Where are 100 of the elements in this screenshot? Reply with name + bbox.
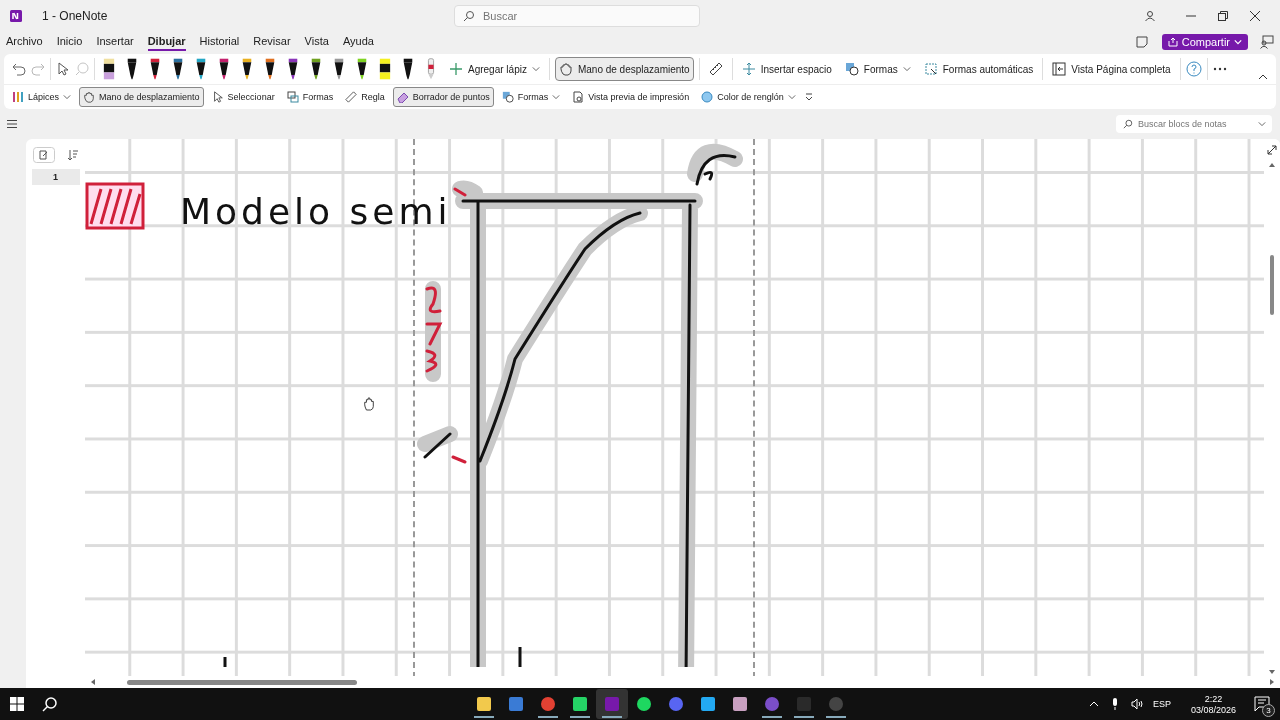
app-icon bbox=[764, 696, 780, 712]
toolbar-button[interactable]: Formas bbox=[497, 87, 565, 107]
pen-icon[interactable] bbox=[264, 57, 276, 81]
scroll-up-icon[interactable] bbox=[1268, 161, 1276, 169]
pen-icon[interactable] bbox=[333, 57, 345, 81]
ribbon-button[interactable]: Insertar espacio bbox=[737, 57, 836, 81]
menu-tab[interactable]: Revisar bbox=[253, 33, 291, 51]
close-icon[interactable] bbox=[1250, 11, 1260, 21]
plus-icon bbox=[449, 62, 463, 76]
ruler-icon bbox=[345, 91, 358, 103]
pen-icon[interactable] bbox=[172, 57, 184, 81]
help-icon[interactable] bbox=[1185, 61, 1202, 77]
chevron-down-icon bbox=[1258, 120, 1266, 128]
account-icon[interactable] bbox=[1144, 10, 1156, 22]
clock-date[interactable]: 03/08/2026 bbox=[1190, 704, 1236, 715]
share-icon bbox=[1167, 37, 1178, 47]
ribbon-button[interactable]: Vista Página completa bbox=[1048, 57, 1175, 81]
sort-icon[interactable] bbox=[66, 149, 79, 161]
app-icon bbox=[636, 696, 652, 712]
pointer-icon[interactable] bbox=[56, 62, 70, 76]
speaker-icon[interactable] bbox=[1130, 698, 1143, 710]
app-icon bbox=[540, 696, 556, 712]
ribbon-button[interactable]: Formas automáticas bbox=[919, 57, 1038, 81]
collapse-ribbon-icon[interactable] bbox=[1258, 72, 1268, 82]
pen-icon[interactable] bbox=[195, 57, 207, 81]
insert-space-icon bbox=[741, 62, 756, 76]
pen-icon[interactable] bbox=[356, 57, 368, 81]
handwritten-text: Modelo semi bbox=[180, 191, 452, 232]
auto-shapes-icon bbox=[923, 62, 938, 76]
menu-tab[interactable]: Vista bbox=[304, 33, 329, 51]
app-icon bbox=[476, 696, 492, 712]
laser-pointer-icon[interactable] bbox=[425, 57, 437, 81]
customize-toolbar-icon[interactable] bbox=[803, 92, 814, 102]
pen-icon[interactable] bbox=[287, 57, 299, 81]
toolbar-button[interactable]: Lápices bbox=[8, 87, 76, 107]
app-icon bbox=[828, 696, 844, 712]
pen-icon[interactable] bbox=[126, 57, 138, 81]
windows-start-icon[interactable] bbox=[10, 697, 24, 711]
ribbon-button[interactable]: Mano de desplazamiento bbox=[554, 57, 694, 81]
toolbar-button[interactable]: Vista previa de impresión bbox=[568, 87, 694, 107]
menu-tab[interactable]: Insertar bbox=[96, 33, 134, 51]
search-field[interactable]: Buscar bbox=[454, 5, 700, 27]
menu-tab[interactable]: Archivo bbox=[6, 33, 43, 51]
chevron-down-icon bbox=[1234, 38, 1242, 46]
menu-tab[interactable]: Dibujar bbox=[147, 33, 186, 51]
highlighter-icon[interactable] bbox=[379, 57, 391, 81]
taskbar-app[interactable] bbox=[596, 689, 628, 719]
shapes-icon bbox=[501, 91, 514, 103]
scroll-left-icon[interactable] bbox=[89, 678, 97, 686]
restore-icon[interactable] bbox=[1218, 11, 1228, 21]
menu-tab[interactable]: Inicio bbox=[56, 33, 83, 51]
notifications-icon[interactable] bbox=[1254, 696, 1270, 712]
toolbar-button[interactable]: Color de renglón bbox=[697, 87, 800, 107]
page-tab[interactable]: 1 bbox=[31, 169, 80, 185]
full-page-view-icon bbox=[1052, 62, 1067, 76]
eraser-icon bbox=[396, 91, 409, 103]
scroll-right-icon[interactable] bbox=[1268, 678, 1276, 686]
window-title: 1 - OneNote bbox=[42, 9, 109, 23]
chevron-up-icon[interactable] bbox=[1088, 699, 1099, 709]
shapes-icon bbox=[286, 91, 299, 103]
toolbar-button[interactable]: Regla bbox=[341, 87, 389, 107]
shapes-icon bbox=[844, 62, 859, 76]
ribbon-button[interactable]: Formas bbox=[840, 57, 915, 81]
app-icon bbox=[508, 696, 524, 712]
toolbar-button[interactable]: Mano de desplazamiento bbox=[79, 87, 204, 107]
expand-icon[interactable] bbox=[1267, 145, 1277, 155]
app-icon bbox=[604, 696, 620, 712]
share-button[interactable]: Compartir bbox=[1161, 34, 1248, 50]
pen-icon[interactable] bbox=[402, 57, 414, 81]
app-icon bbox=[572, 696, 588, 712]
menu-icon[interactable] bbox=[6, 118, 18, 130]
sticky-note-icon[interactable] bbox=[1135, 36, 1148, 48]
menu-tab[interactable]: Historial bbox=[199, 33, 240, 51]
highlighter-icon[interactable] bbox=[103, 57, 115, 81]
app-icon bbox=[700, 696, 716, 712]
pen-icon[interactable] bbox=[241, 57, 253, 81]
ruler-icon bbox=[708, 62, 723, 76]
circle-icon bbox=[701, 91, 714, 103]
language-indicator[interactable]: ESP bbox=[1152, 699, 1171, 709]
toolbar-button[interactable]: Borrador de puntos bbox=[392, 87, 494, 107]
toolbar-button[interactable]: Formas bbox=[282, 87, 338, 107]
toolbar-button[interactable]: Seleccionar bbox=[207, 87, 279, 107]
clock-time[interactable]: 2:22 bbox=[1204, 693, 1223, 704]
notebook-search-field[interactable]: Buscar blocs de notas bbox=[1116, 115, 1272, 133]
pen-icon[interactable] bbox=[149, 57, 161, 81]
onenote-logo-icon bbox=[10, 10, 22, 22]
chevron-down-icon bbox=[552, 93, 561, 101]
chevron-down-icon bbox=[902, 65, 911, 73]
menu-tab[interactable]: Ayuda bbox=[342, 33, 374, 51]
ribbon-button[interactable]: Agregar lápiz bbox=[445, 57, 544, 81]
print-preview-icon bbox=[572, 91, 585, 103]
search-icon[interactable] bbox=[42, 696, 58, 712]
chevron-down-icon bbox=[787, 93, 796, 101]
pen-icon[interactable] bbox=[218, 57, 230, 81]
feedback-icon[interactable] bbox=[1260, 35, 1274, 49]
pen-icon[interactable] bbox=[310, 57, 322, 81]
notification-count-badge: 3 bbox=[1262, 704, 1275, 717]
new-page-icon[interactable] bbox=[32, 147, 55, 163]
chevron-down-icon bbox=[63, 93, 72, 101]
undo-icon[interactable] bbox=[12, 62, 26, 76]
